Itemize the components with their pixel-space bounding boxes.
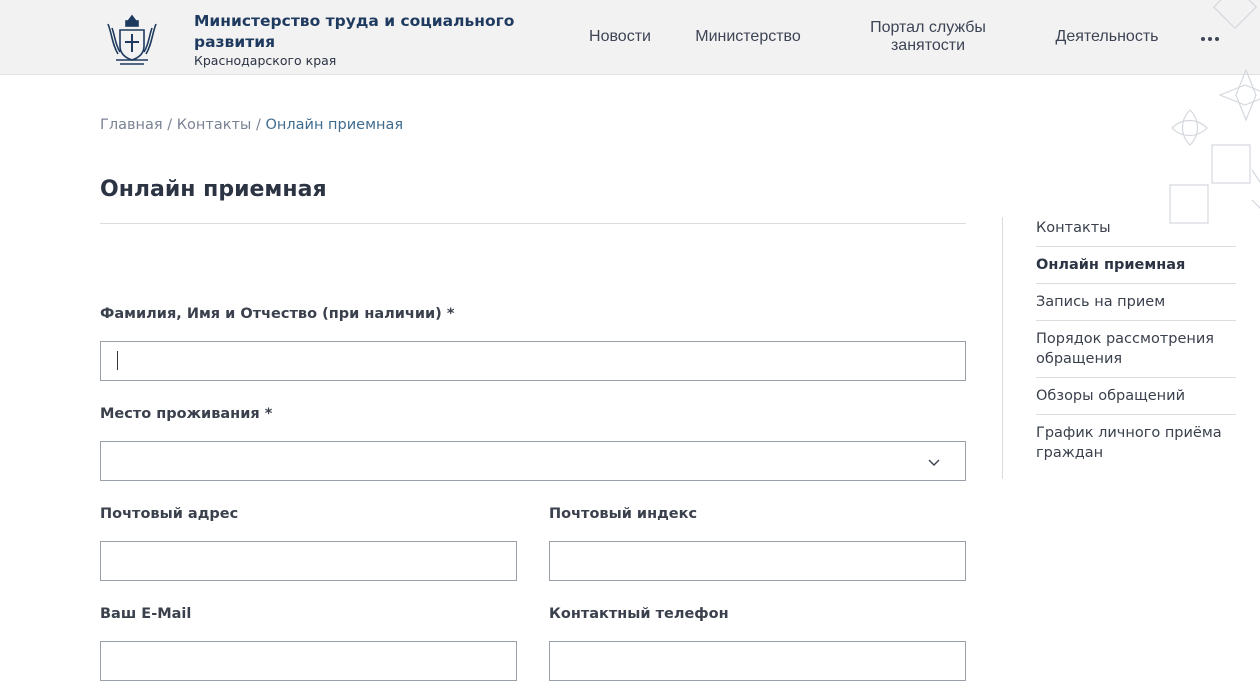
breadcrumb: Главная / Контакты / Онлайн приемная: [100, 117, 403, 133]
email-label: Ваш E-Mail: [100, 606, 192, 622]
fullname-input[interactable]: [100, 341, 966, 381]
text-cursor: [117, 351, 118, 370]
site-header: Министерство труда и социального развити…: [0, 0, 1260, 75]
sidebar-separator: [1036, 320, 1236, 321]
sidebar-divider: [1002, 217, 1003, 479]
org-name[interactable]: Министерство труда и социального развити…: [194, 11, 544, 53]
nav-news[interactable]: Новости: [580, 28, 660, 46]
breadcrumb-current: Онлайн приемная: [265, 117, 404, 133]
breadcrumb-home[interactable]: Главная: [100, 117, 163, 133]
sidebar-item-appointment[interactable]: Запись на прием: [1036, 292, 1236, 312]
residence-select[interactable]: [100, 441, 966, 481]
email-input[interactable]: [100, 641, 517, 681]
coat-of-arms-icon[interactable]: [104, 14, 160, 68]
sidebar-separator: [1036, 283, 1236, 284]
sidebar-separator: [1036, 246, 1236, 247]
postal-address-input[interactable]: [100, 541, 517, 581]
decorative-ornament-icon: [1169, 0, 1260, 224]
page-title: Онлайн приемная: [100, 177, 327, 202]
breadcrumb-separator: /: [162, 117, 177, 133]
nav-activity[interactable]: Деятельность: [1050, 28, 1164, 46]
sidebar-item-reviews[interactable]: Обзоры обращений: [1036, 386, 1236, 406]
postal-code-input[interactable]: [549, 541, 966, 581]
phone-input[interactable]: [549, 641, 966, 681]
sidebar-separator: [1036, 377, 1236, 378]
postal-address-label: Почтовый адрес: [100, 506, 239, 522]
nav-ministry[interactable]: Министерство: [690, 28, 806, 46]
breadcrumb-contacts[interactable]: Контакты: [177, 117, 252, 133]
breadcrumb-separator: /: [251, 117, 266, 133]
chevron-down-icon[interactable]: [927, 455, 941, 469]
title-divider: [100, 223, 966, 224]
postal-code-label: Почтовый индекс: [549, 506, 698, 522]
org-region[interactable]: Краснодарского края: [194, 53, 336, 68]
sidebar-item-contacts[interactable]: Контакты: [1036, 218, 1236, 238]
sidebar-item-procedure[interactable]: Порядок рассмотрения обращения: [1036, 329, 1236, 369]
sidebar-separator: [1036, 414, 1236, 415]
nav-employment-portal[interactable]: Портал службы занятости: [858, 19, 998, 55]
residence-label: Место проживания *: [100, 406, 273, 422]
sidebar-item-online-reception[interactable]: Онлайн приемная: [1036, 255, 1236, 275]
phone-label: Контактный телефон: [549, 606, 729, 622]
fullname-label: Фамилия, Имя и Отчество (при наличии) *: [100, 306, 455, 322]
sidebar-item-schedule[interactable]: График личного приёма граждан: [1036, 423, 1236, 463]
